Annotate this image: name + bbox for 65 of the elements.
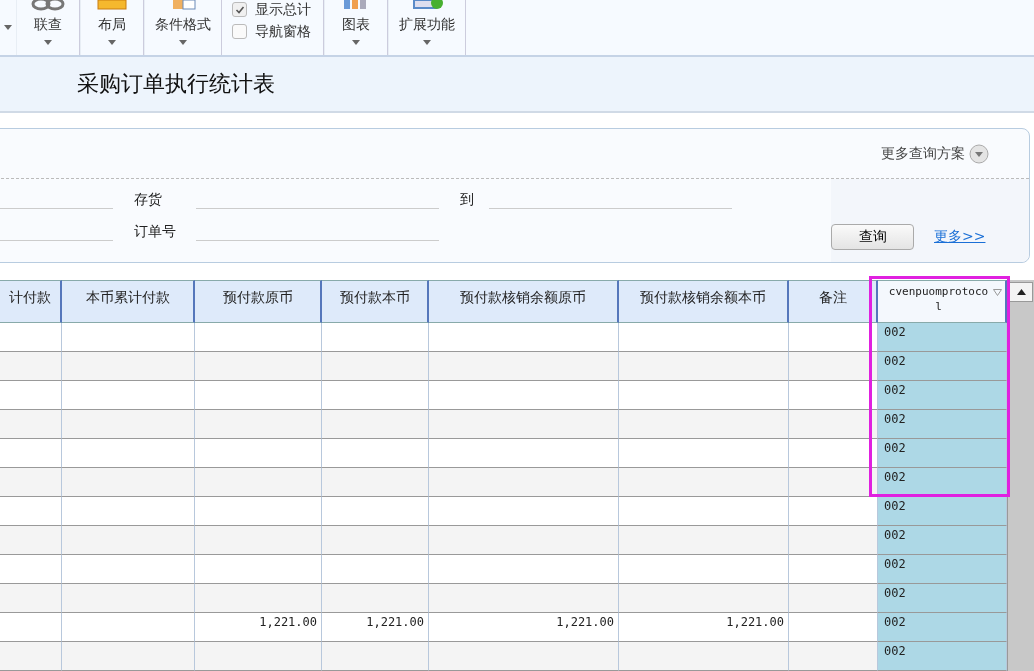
table-cell: 002 <box>878 497 1007 526</box>
table-cell <box>0 439 62 468</box>
table-cell: 002 <box>878 439 1007 468</box>
column-header[interactable]: 预付款核销余额原币 <box>429 280 619 323</box>
caret-icon <box>44 40 52 45</box>
table-cell: 1,221.00 <box>619 613 789 642</box>
scrollbar[interactable] <box>1007 280 1034 671</box>
column-header[interactable]: 备注 <box>789 280 878 323</box>
field-label: 订单号 <box>134 223 177 241</box>
toolbar-button[interactable]: 联查 <box>16 0 80 55</box>
column-header[interactable]: 计付款 <box>0 280 62 323</box>
table-cell: 1,221.00 <box>322 613 429 642</box>
report-title: 采购订单执行统计表 <box>77 70 275 98</box>
caret-icon <box>179 40 187 45</box>
table-cell: 002 <box>878 642 1007 671</box>
column-header[interactable]: 本币累计付款 <box>62 280 195 323</box>
caret-icon <box>108 40 116 45</box>
table-cell: 002 <box>878 613 1007 642</box>
table-cell <box>0 584 62 613</box>
query-button[interactable]: 查询 <box>831 224 914 250</box>
more-schemes-link[interactable]: 更多查询方案 <box>881 144 965 163</box>
table-cell: 1,221.00 <box>429 613 619 642</box>
table-cell <box>0 526 62 555</box>
table-cell: 002 <box>878 526 1007 555</box>
more-link[interactable]: 更多>> <box>934 228 986 246</box>
table-cell <box>0 323 62 352</box>
table-cell: 002 <box>878 410 1007 439</box>
table-cell <box>0 555 62 584</box>
column-header[interactable]: cvenpuomprotocol <box>878 280 1007 323</box>
table-cell: 002 <box>878 584 1007 613</box>
toolbar-button[interactable]: 条件格式 <box>144 0 222 55</box>
table-cell <box>0 410 62 439</box>
dropdown-icon[interactable] <box>969 143 989 164</box>
checkbox[interactable] <box>232 24 247 39</box>
check-icon <box>234 4 245 15</box>
table-cell <box>0 381 62 410</box>
table-cell <box>0 642 62 671</box>
checkbox-option[interactable]: 导航窗格 <box>232 22 311 41</box>
caret-icon[interactable] <box>4 25 12 30</box>
scroll-up-icon <box>1016 289 1026 295</box>
caret-icon <box>423 40 431 45</box>
table-cell <box>0 352 62 381</box>
toolbar-button[interactable]: 布局 <box>80 0 144 55</box>
table-cell: 1,221.00 <box>195 613 322 642</box>
toolbar-button[interactable]: 扩展功能 <box>388 0 466 55</box>
filter-icon[interactable] <box>993 289 1002 296</box>
table-cell: 002 <box>878 381 1007 410</box>
table-cell: 002 <box>878 352 1007 381</box>
table-cell <box>0 497 62 526</box>
table-cell: 002 <box>878 323 1007 352</box>
field-label: 存货 <box>134 191 163 209</box>
table-cell <box>0 613 62 642</box>
chain-icon <box>31 0 65 12</box>
table-cell <box>0 468 62 497</box>
checkbox[interactable] <box>232 2 247 17</box>
table-cell: 002 <box>878 555 1007 584</box>
checkbox-option[interactable]: 显示总计 <box>232 0 311 19</box>
column-header[interactable]: 预付款本币 <box>322 280 429 323</box>
window-plus-icon <box>410 0 444 12</box>
scroll-up-button[interactable] <box>1009 282 1033 302</box>
caret-icon <box>352 40 360 45</box>
column-header[interactable]: 预付款核销余额本币 <box>619 280 789 323</box>
toolbar-button[interactable]: 图表 <box>324 0 388 55</box>
field-label: 到 <box>460 191 475 209</box>
column-header[interactable]: 预付款原币 <box>195 280 322 323</box>
